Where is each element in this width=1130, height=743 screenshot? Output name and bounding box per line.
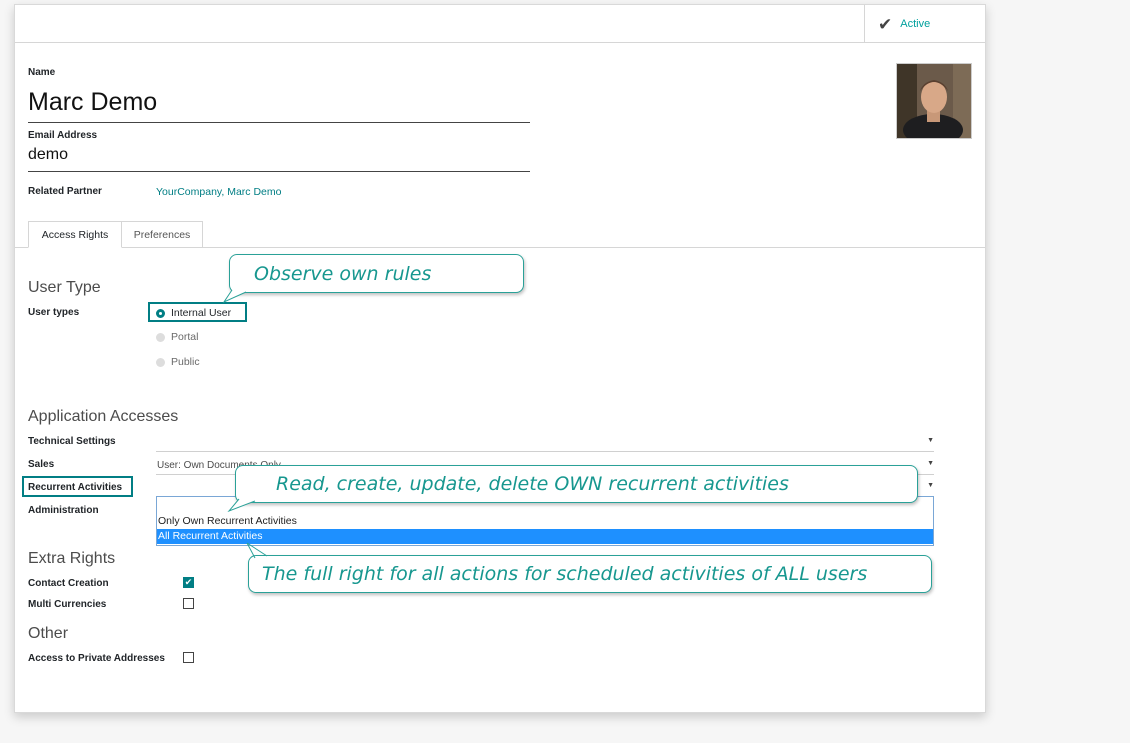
sales-label: Sales xyxy=(28,459,55,470)
technical-settings-select[interactable]: ▼ xyxy=(156,435,934,452)
callout-all-activities: The full right for all actions for sched… xyxy=(248,555,932,593)
multi-currencies-checkbox[interactable] xyxy=(183,598,194,609)
tab-access-rights[interactable]: Access Rights xyxy=(28,221,122,248)
button-box: ✔ Active xyxy=(15,5,985,43)
related-partner-label: Related Partner xyxy=(28,186,102,197)
callout-tail xyxy=(222,289,247,304)
callout-own-rules: Observe own rules xyxy=(229,254,524,293)
user-avatar[interactable] xyxy=(896,63,972,139)
related-partner-link[interactable]: YourCompany, Marc Demo xyxy=(156,186,281,198)
administration-label: Administration xyxy=(28,505,99,516)
other-title: Other xyxy=(28,625,69,642)
tab-preferences[interactable]: Preferences xyxy=(122,221,203,248)
contact-creation-checkbox[interactable]: ✔ xyxy=(183,577,194,588)
callout-tail xyxy=(227,498,256,513)
active-label: Active xyxy=(900,18,931,30)
callout-own-rules-text: Observe own rules xyxy=(254,262,432,285)
caret-down-icon: ▼ xyxy=(927,460,934,467)
contact-creation-label: Contact Creation xyxy=(28,578,109,589)
callout-all-activities-text: The full right for all actions for sched… xyxy=(262,563,868,585)
email-field[interactable]: demo xyxy=(28,146,530,172)
radio-selected-icon xyxy=(156,308,165,318)
application-accesses-title: Application Accesses xyxy=(28,408,179,425)
caret-down-icon: ▼ xyxy=(927,482,934,489)
radio-unselected-icon xyxy=(156,357,165,367)
email-label: Email Address xyxy=(28,130,98,141)
user-form-sheet: ✔ Active Name Marc Demo Email Address de… xyxy=(14,4,986,713)
name-label: Name xyxy=(28,67,56,78)
radio-internal-user[interactable]: Internal User xyxy=(156,304,231,322)
check-icon: ✔ xyxy=(878,14,893,34)
extra-rights-title: Extra Rights xyxy=(28,550,116,567)
multi-currencies-label: Multi Currencies xyxy=(28,599,107,610)
dropdown-option-own[interactable]: Only Own Recurrent Activities xyxy=(157,514,933,529)
callout-tail xyxy=(246,542,268,559)
private-addresses-label: Access to Private Addresses xyxy=(28,653,165,664)
radio-label-public: Public xyxy=(171,356,200,368)
recurrent-activities-dropdown: Only Own Recurrent Activities All Recurr… xyxy=(156,496,934,546)
radio-label-internal: Internal User xyxy=(171,307,232,319)
radio-unselected-icon xyxy=(156,332,165,342)
name-field[interactable]: Marc Demo xyxy=(28,85,530,123)
user-type-title: User Type xyxy=(28,279,101,296)
radio-public[interactable]: Public xyxy=(156,353,200,371)
radio-label-portal: Portal xyxy=(171,331,199,343)
user-types-label: User types xyxy=(28,307,80,318)
radio-portal[interactable]: Portal xyxy=(156,328,198,346)
dropdown-option-all[interactable]: All Recurrent Activities xyxy=(157,529,933,544)
caret-down-icon: ▼ xyxy=(927,437,934,444)
callout-own-activities-text: Read, create, update, delete OWN recurre… xyxy=(276,473,789,495)
callout-own-activities: Read, create, update, delete OWN recurre… xyxy=(235,465,918,503)
technical-settings-label: Technical Settings xyxy=(28,436,116,447)
recurrent-activities-label: Recurrent Activities xyxy=(28,482,123,493)
active-toggle-button[interactable]: ✔ Active xyxy=(864,5,985,43)
private-addresses-checkbox[interactable] xyxy=(183,652,194,663)
